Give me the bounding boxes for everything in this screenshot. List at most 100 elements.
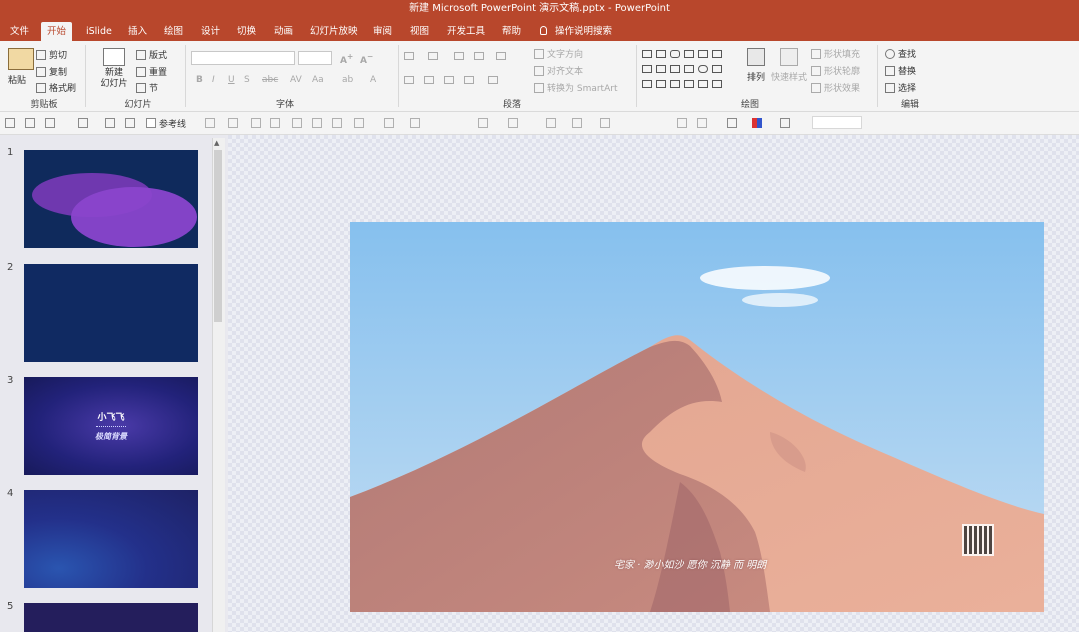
select-objects-icon[interactable] [78, 118, 88, 128]
tab-design[interactable]: 设计 [195, 22, 226, 41]
shapes-gallery[interactable] [642, 48, 738, 92]
tab-insert[interactable]: 插入 [122, 22, 153, 41]
change-case-icon[interactable]: Aa [312, 75, 324, 85]
tab-review[interactable]: 审阅 [367, 22, 398, 41]
arrange-button[interactable]: 排列 [744, 48, 768, 83]
decrease-indent-icon[interactable] [454, 52, 464, 60]
shadow-icon[interactable]: S [244, 75, 250, 85]
effects-tool-icon[interactable] [572, 118, 582, 128]
font-name-field[interactable] [191, 51, 295, 65]
shape-effects-button[interactable]: 形状效果 [811, 81, 860, 94]
increase-font-icon[interactable]: A+ [340, 52, 353, 66]
distribute-h-icon[interactable] [332, 118, 342, 128]
tab-transitions[interactable]: 切换 [231, 22, 262, 41]
decrease-font-icon[interactable]: A− [360, 52, 373, 66]
text-direction-button[interactable]: 文字方向 [534, 47, 583, 60]
scissors-icon [36, 50, 46, 60]
lock-tool-icon[interactable] [677, 118, 687, 128]
find-button[interactable]: 查找 [885, 47, 916, 60]
tab-slideshow[interactable]: 幻灯片放映 [304, 22, 364, 41]
scroll-up-icon[interactable]: ▲ [214, 139, 219, 147]
tab-help[interactable]: 帮助 [496, 22, 527, 41]
align-center-tool-icon[interactable] [228, 118, 238, 128]
char-spacing-icon[interactable]: AV [290, 75, 302, 85]
quick-styles-button[interactable]: 快速样式 [770, 48, 808, 83]
tell-me-search[interactable]: 操作说明搜索 [540, 22, 612, 41]
select-label: 选择 [898, 84, 917, 94]
pencil-icon[interactable] [45, 118, 55, 128]
eyedropper-icon[interactable] [25, 118, 35, 128]
guides-checkbox[interactable] [146, 118, 156, 128]
align-text-button[interactable]: 对齐文本 [534, 64, 583, 77]
tab-draw[interactable]: 绘图 [158, 22, 189, 41]
section-button[interactable]: 节 [136, 81, 158, 94]
align-center-icon[interactable] [424, 76, 434, 84]
select-button[interactable]: 选择 [885, 81, 916, 94]
tab-home[interactable]: 开始 [41, 22, 73, 41]
replace-button[interactable]: 替换 [885, 64, 916, 77]
slide-thumbnail-4[interactable] [24, 490, 198, 588]
cut-button[interactable]: 剪切 [36, 48, 67, 61]
shape-outline-button[interactable]: 形状轮廓 [811, 64, 860, 77]
align-right-tool-icon[interactable] [251, 118, 261, 128]
crop-icon[interactable] [125, 118, 135, 128]
font-color-icon[interactable]: A [370, 75, 376, 85]
strikethrough-icon[interactable]: abc [262, 75, 278, 85]
copy-icon [36, 67, 46, 77]
copy-label: 复制 [49, 68, 68, 78]
highlight-icon[interactable]: ab [342, 75, 353, 85]
bold-icon[interactable]: B [196, 75, 203, 85]
align-right-icon[interactable] [444, 76, 454, 84]
align-middle-tool-icon[interactable] [292, 118, 302, 128]
layout-button[interactable]: 版式 [136, 48, 167, 61]
convert-smartart-button[interactable]: 转换为 SmartArt [534, 81, 617, 94]
outline-tool-icon[interactable] [546, 118, 556, 128]
font-size-field[interactable] [298, 51, 332, 65]
tab-animations[interactable]: 动画 [268, 22, 299, 41]
format-painter-button[interactable]: 格式刷 [36, 81, 76, 94]
shape-outline-tool-icon[interactable] [780, 118, 790, 128]
elbow-shape-icon [670, 80, 680, 88]
scrollbar-thumb[interactable] [214, 150, 222, 322]
slide-thumbnail-3[interactable]: 小飞飞 极简背景 [24, 377, 198, 475]
current-slide[interactable]: 宅家 · 渺小如沙 愿你 沉静 而 明朗 [350, 222, 1044, 612]
zoom-field[interactable] [812, 116, 862, 129]
underline-icon[interactable]: U [228, 75, 235, 85]
columns-icon[interactable] [488, 76, 498, 84]
text-tool-icon[interactable] [478, 118, 488, 128]
cursor-icon [885, 83, 895, 93]
tab-file[interactable]: 文件 [4, 22, 35, 41]
slide-thumbnail-2[interactable] [24, 264, 198, 362]
paste-tool-icon[interactable] [697, 118, 707, 128]
group-icon[interactable] [410, 118, 420, 128]
paste-button[interactable]: 粘贴 [8, 48, 34, 86]
pen-tool-icon[interactable] [5, 118, 15, 128]
align-bottom-tool-icon[interactable] [312, 118, 322, 128]
distribute-v-icon[interactable] [354, 118, 364, 128]
increase-indent-icon[interactable] [474, 52, 484, 60]
frame-shape-icon [712, 65, 722, 73]
fill-tool-icon[interactable] [508, 118, 518, 128]
tab-developer[interactable]: 开发工具 [441, 22, 491, 41]
numbering-icon[interactable] [428, 52, 438, 60]
color-picker-icon[interactable] [752, 118, 762, 128]
shape-fill-button[interactable]: 形状填充 [811, 47, 860, 60]
slide-size-icon[interactable] [105, 118, 115, 128]
crop-tool-icon[interactable] [727, 118, 737, 128]
italic-icon[interactable]: I [212, 75, 215, 85]
reset-button[interactable]: 重置 [136, 65, 167, 78]
bullets-icon[interactable] [404, 52, 414, 60]
align-left-icon[interactable] [404, 76, 414, 84]
slide-thumbnail-1[interactable] [24, 150, 198, 248]
rotate-icon[interactable] [384, 118, 394, 128]
justify-icon[interactable] [464, 76, 474, 84]
new-slide-button[interactable]: 新建 幻灯片 [96, 48, 132, 90]
align-top-tool-icon[interactable] [270, 118, 280, 128]
copy-button[interactable]: 复制 [36, 65, 67, 78]
line-spacing-icon[interactable] [496, 52, 506, 60]
tab-islide[interactable]: iSlide [80, 22, 118, 41]
format-tool-icon[interactable] [600, 118, 610, 128]
align-left-tool-icon[interactable] [205, 118, 215, 128]
slide-thumbnail-5[interactable] [24, 603, 198, 632]
tab-view[interactable]: 视图 [404, 22, 435, 41]
